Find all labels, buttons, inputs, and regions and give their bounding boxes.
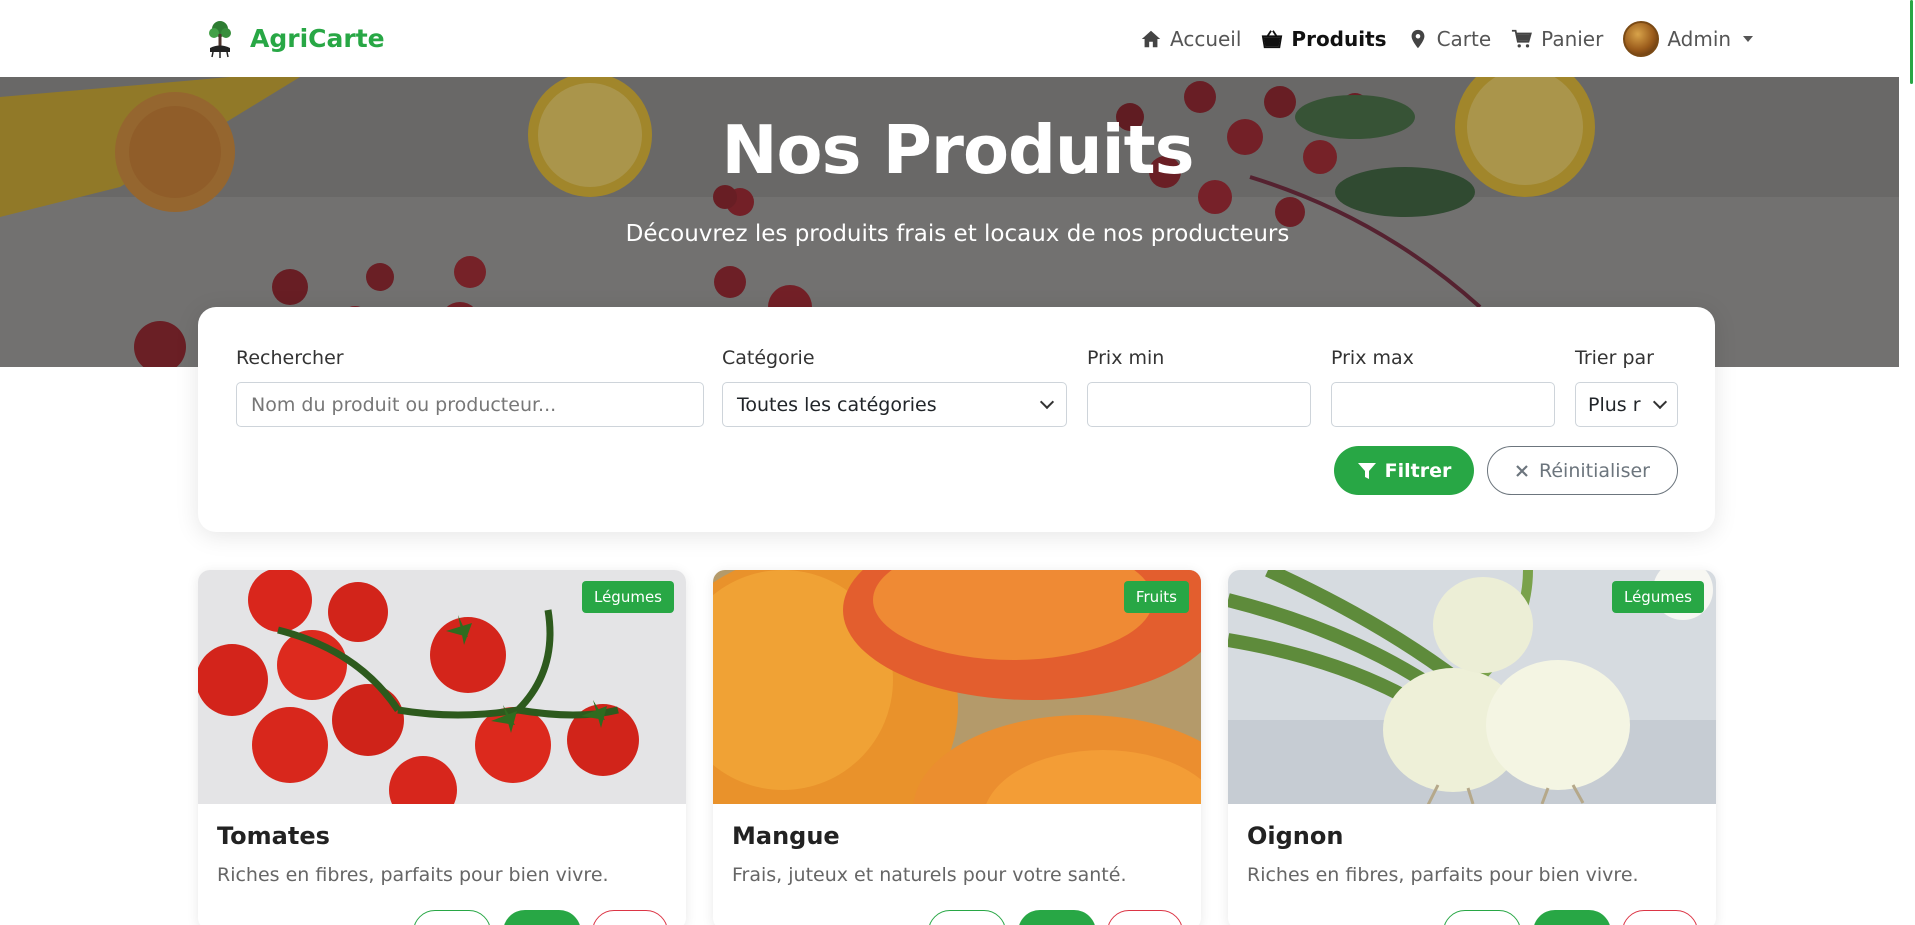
map-marker-icon: [1411, 29, 1424, 49]
price-max-input[interactable]: [1331, 382, 1555, 427]
add-to-cart-button[interactable]: [1533, 910, 1611, 925]
product-name: Mangue: [732, 822, 840, 850]
basket-icon: [1262, 30, 1283, 49]
product-description: Riches en fibres, parfaits pour bien viv…: [217, 864, 609, 886]
home-icon: [1141, 30, 1161, 48]
price-max-label: Prix max: [1331, 347, 1414, 369]
page-title: Nos Produits: [721, 111, 1194, 189]
category-label: Catégorie: [722, 347, 815, 369]
chevron-down-icon: [1652, 394, 1668, 409]
category-select[interactable]: Toutes les catégories: [722, 382, 1067, 427]
product-description: Frais, juteux et naturels pour votre san…: [732, 864, 1127, 886]
favorite-button[interactable]: [592, 910, 668, 925]
user-menu-toggle[interactable]: Admin: [1613, 20, 1763, 58]
sort-select[interactable]: Plus r: [1575, 382, 1678, 427]
brand-link[interactable]: AgriCarte: [204, 18, 385, 58]
nav-label: Produits: [1291, 27, 1387, 51]
product-image[interactable]: Fruits: [713, 570, 1201, 804]
page-scrollbar[interactable]: [1899, 0, 1915, 925]
funnel-icon: [1357, 462, 1376, 479]
product-image[interactable]: Légumes: [198, 570, 686, 804]
product-card[interactable]: Légumes Tomates Riches en fibres, parfai…: [198, 570, 686, 925]
price-min-input[interactable]: [1087, 382, 1311, 427]
nav-item-accueil[interactable]: Accueil: [1130, 20, 1251, 58]
product-name: Tomates: [217, 822, 330, 850]
main-nav: Accueil Produits Carte Panier Admin: [1130, 20, 1763, 58]
sort-label: Trier par: [1575, 347, 1654, 369]
add-to-cart-button[interactable]: [1018, 910, 1096, 925]
nav-item-panier[interactable]: Panier: [1501, 20, 1613, 58]
nav-label: Panier: [1541, 27, 1604, 51]
product-name: Oignon: [1247, 822, 1344, 850]
view-button[interactable]: [1443, 910, 1521, 925]
product-image[interactable]: Légumes: [1228, 570, 1716, 804]
filter-panel: Rechercher Nom du produit ou producteur.…: [198, 307, 1715, 532]
tree-logo-icon: [209, 21, 231, 58]
price-min-label: Prix min: [1087, 347, 1165, 369]
product-description: Riches en fibres, parfaits pour bien viv…: [1247, 864, 1639, 886]
nav-label: Accueil: [1170, 27, 1242, 51]
filter-button-label: Filtrer: [1384, 459, 1452, 482]
nav-label: Carte: [1436, 27, 1492, 51]
category-badge: Fruits: [1123, 581, 1189, 613]
category-badge: Légumes: [581, 581, 674, 613]
view-button[interactable]: [928, 910, 1006, 925]
avatar: [1623, 21, 1660, 57]
page-subtitle: Découvrez les produits frais et locaux d…: [625, 221, 1290, 247]
category-badge: Légumes: [1611, 581, 1704, 613]
product-card[interactable]: Fruits Mangue Frais, juteux et naturels …: [713, 570, 1201, 925]
chevron-down-icon: [1039, 394, 1055, 409]
nav-item-carte[interactable]: Carte: [1397, 20, 1502, 58]
add-to-cart-button[interactable]: [503, 910, 581, 925]
category-value: Toutes les catégories: [737, 393, 937, 416]
favorite-button[interactable]: [1107, 910, 1183, 925]
caret-down-icon: [1743, 36, 1754, 42]
search-placeholder: Nom du produit ou producteur...: [251, 393, 557, 416]
nav-item-produits[interactable]: Produits: [1251, 20, 1396, 58]
favorite-button[interactable]: [1622, 910, 1698, 925]
cart-icon: [1512, 29, 1533, 48]
user-name: Admin: [1667, 27, 1732, 51]
view-button[interactable]: [413, 910, 491, 925]
sort-value: Plus r: [1588, 393, 1641, 416]
reset-button[interactable]: Réinitialiser: [1487, 446, 1678, 495]
scrollbar-thumb[interactable]: [1910, 0, 1913, 84]
reset-button-label: Réinitialiser: [1539, 459, 1650, 482]
close-icon: [1516, 464, 1528, 477]
top-navbar: AgriCarte Accueil Produits Carte Panier …: [0, 0, 1899, 77]
brand-name: AgriCarte: [250, 23, 385, 53]
search-label: Rechercher: [236, 347, 344, 369]
filter-button[interactable]: Filtrer: [1334, 446, 1474, 495]
product-card[interactable]: Légumes Oignon Riches en fibres, parfait…: [1228, 570, 1716, 925]
search-input[interactable]: Nom du produit ou producteur...: [236, 382, 704, 427]
